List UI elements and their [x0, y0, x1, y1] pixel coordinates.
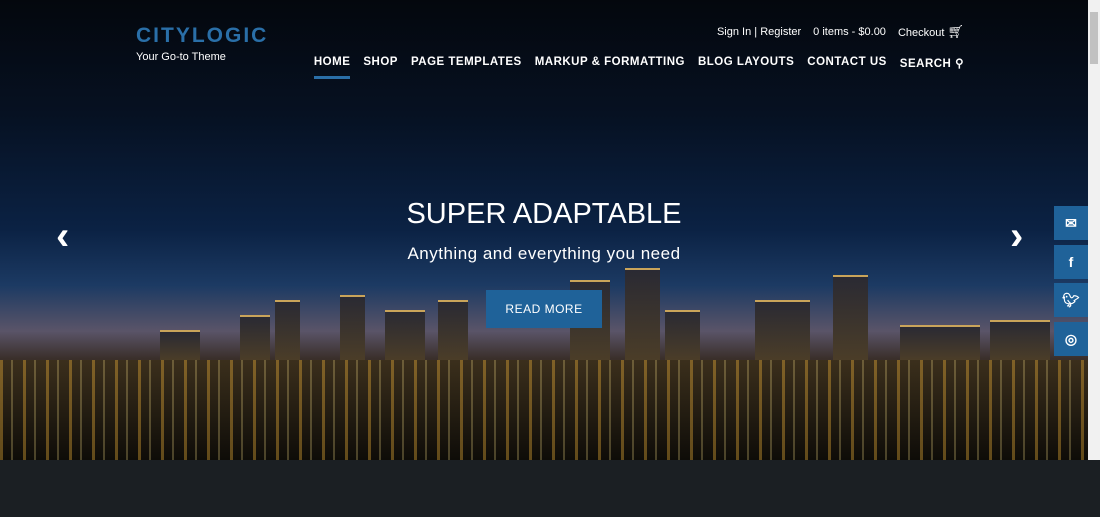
- skyline: [990, 320, 1050, 360]
- skyline: [665, 310, 700, 360]
- nav-home[interactable]: HOME: [313, 56, 351, 79]
- read-more-button[interactable]: READ MORE: [486, 290, 602, 328]
- scrollbar-thumb[interactable]: [1090, 12, 1098, 64]
- register-link[interactable]: Register: [760, 26, 801, 38]
- search-icon: ⚲: [955, 58, 964, 70]
- skyline: [385, 310, 425, 360]
- skyline: [160, 330, 200, 360]
- skyline: [240, 315, 270, 360]
- facebook-icon[interactable]: f: [1054, 245, 1088, 279]
- top-bar: Sign In | Register 0 items - $0.00 Check…: [717, 24, 964, 40]
- twitter-icon[interactable]: 🐦︎: [1054, 283, 1088, 317]
- skyline: [438, 300, 468, 360]
- scrollbar[interactable]: [1088, 0, 1100, 460]
- nav-search[interactable]: SEARCH ⚲: [900, 56, 964, 79]
- separator: |: [754, 26, 758, 38]
- cart-summary[interactable]: 0 items - $0.00: [813, 26, 886, 38]
- nav-search-label: SEARCH: [899, 58, 952, 70]
- main-nav: HOME SHOP PAGE TEMPLATES MARKUP & FORMAT…: [313, 56, 964, 79]
- skyline: [833, 275, 868, 360]
- slide-subtitle: Anything and everything you need: [407, 244, 681, 263]
- instagram-icon[interactable]: ◎: [1054, 322, 1088, 356]
- nav-page-templates[interactable]: PAGE TEMPLATES: [411, 56, 522, 79]
- cart-icon[interactable]: 🛒︎: [947, 24, 964, 39]
- nav-blog-layouts[interactable]: BLOG LAYOUTS: [698, 56, 794, 79]
- skyline: [625, 268, 660, 360]
- checkout-link[interactable]: Checkout: [898, 27, 944, 39]
- nav-shop[interactable]: SHOP: [363, 56, 398, 79]
- skyline: [755, 300, 810, 360]
- site-logo[interactable]: CITYLOGIC: [136, 24, 268, 48]
- sign-in-link[interactable]: Sign In: [717, 26, 751, 38]
- nav-contact-us[interactable]: CONTACT US: [807, 56, 887, 79]
- skyline: [275, 300, 300, 360]
- email-icon[interactable]: ✉: [1054, 206, 1088, 240]
- water-reflection: [0, 360, 1088, 460]
- skyline: [900, 325, 980, 360]
- site-tagline: Your Go-to Theme: [136, 51, 226, 63]
- nav-markup-formatting[interactable]: MARKUP & FORMATTING: [535, 56, 685, 79]
- skyline: [340, 295, 365, 360]
- slide-title: SUPER ADAPTABLE: [406, 198, 682, 230]
